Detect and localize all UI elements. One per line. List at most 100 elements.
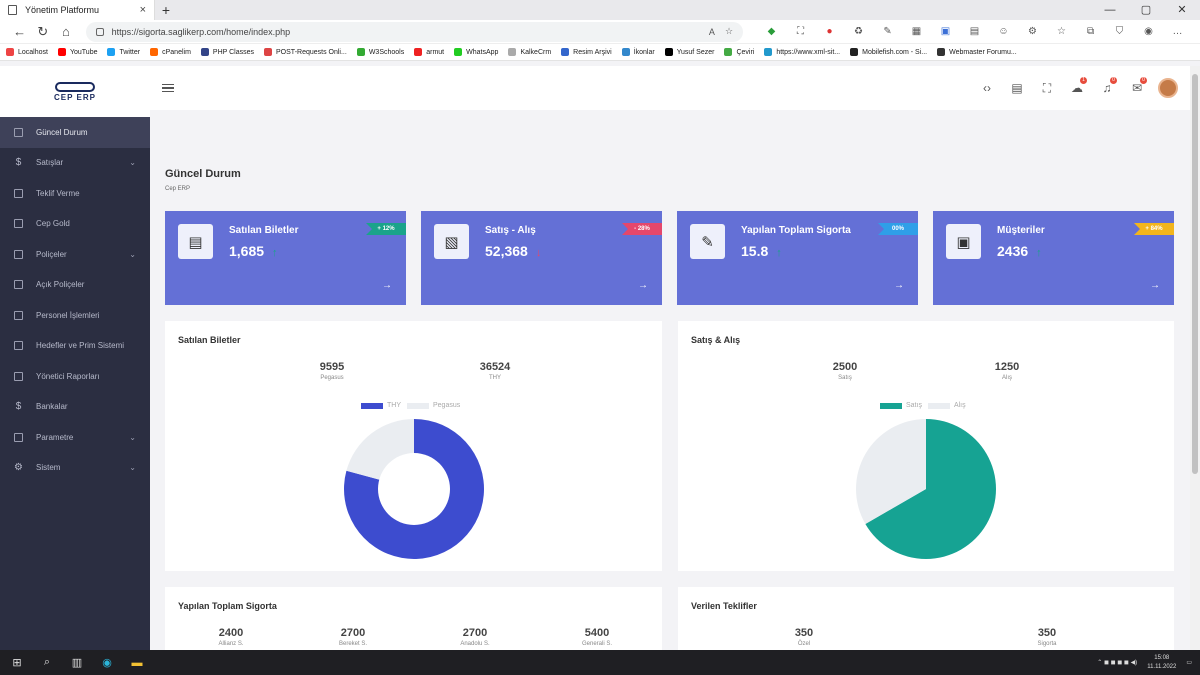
bookmark-item[interactable]: armut [414,48,444,56]
emoji-icon[interactable]: ☺ [989,26,1018,37]
bookmark-item[interactable]: Localhost [6,48,48,56]
percent-badge: - 28% [622,223,662,235]
bookmark-item[interactable]: Çeviri [724,48,754,56]
recycle-icon[interactable]: ♻ [844,26,873,37]
stat-card[interactable]: ▤ Satılan Biletler 1,685 ↑ + 12% → [165,211,406,305]
shield-check-icon[interactable]: ⛉ [1105,26,1134,37]
extension-icon[interactable]: ▦ [902,26,931,37]
sidebar-item-6[interactable]: Personel İşlemleri [0,300,150,331]
shield-icon[interactable]: ◆ [757,26,786,37]
sidebar-item-5[interactable]: Açık Poliçeler [0,270,150,301]
stat-card[interactable]: ▧ Satış - Alış 52,368 ↓ - 28% → [421,211,662,305]
sidebar-item-11[interactable]: ⚙ Sistem ⌄ [0,453,150,484]
arrow-right-icon[interactable]: → [1150,280,1160,291]
logo-text: CEP ERP [54,92,96,102]
bookmark-favicon-icon [621,48,630,56]
arrow-right-icon[interactable]: → [382,280,392,291]
cloud-icon[interactable]: ☁ 1 [1062,77,1092,95]
favorite-star-icon[interactable]: ☆ [725,26,733,37]
bookmark-item[interactable]: Webmaster Forumu... [937,48,1017,56]
url-input[interactable]: https://sigorta.saglikerp.com/home/index… [85,21,744,42]
more-icon[interactable]: … [1163,26,1192,37]
maximize-icon[interactable]: ▢ [1128,0,1164,20]
color-picker-icon[interactable]: ✎ [873,26,902,37]
stat-label: Özel [797,641,811,647]
bookmark-item[interactable]: KalkeCrm [508,48,551,56]
sidebar-item-2[interactable]: Teklif Verme [0,178,150,209]
hamburger-menu-icon[interactable] [162,82,174,95]
bookmark-label: KalkeCrm [520,48,552,56]
screenshot-icon[interactable]: ⛶ [786,26,815,37]
legend-item-thy[interactable]: THY [361,402,401,409]
avatar[interactable] [1158,78,1178,98]
browser-tab[interactable]: Yönetim Platformu × [0,0,155,20]
bookmark-item[interactable]: PHP Classes [200,48,254,56]
collections-icon[interactable]: ⧉ [1076,26,1105,37]
record-icon[interactable]: ● [815,26,844,37]
bookmark-item[interactable]: Yusuf Sezer [664,48,714,56]
dollar-icon: $ [15,157,22,169]
close-tab-icon[interactable]: × [140,4,146,16]
sidebar-item-10[interactable]: Parametre ⌄ [0,422,150,453]
tray-icons[interactable]: ⌃ ◼ ◼ ◼ ◼ ◀) [1097,659,1137,666]
sidebar-item-0[interactable]: Güncel Durum [0,117,150,148]
scrollbar[interactable] [1190,66,1200,650]
bookmark-item[interactable]: Twitter [107,48,140,56]
code-icon[interactable]: ‹› [972,81,1002,95]
bookmark-item[interactable]: POST-Requests Onli... [264,48,347,56]
stat-label: Allianz S. [218,641,244,647]
scrollbar-thumb[interactable] [1192,74,1198,474]
logo[interactable]: CEP ERP [0,66,150,117]
profile-icon[interactable]: ◉ [1134,26,1163,37]
bookmark-item[interactable]: https://www.xml-sit... [764,48,840,56]
card-value: 2436 [997,243,1029,259]
stat-card[interactable]: ▣ Müşteriler 2436 ↑ + 84% → [933,211,1174,305]
stat-card[interactable]: ✎ Yapılan Toplam Sigorta 15.8 ↑ 00% → [677,211,918,305]
sales-pie-chart [856,419,996,559]
refresh-icon[interactable]: ↻ [31,24,54,40]
sidebar-item-3[interactable]: Cep Gold [0,209,150,240]
read-aloud-icon[interactable]: A [709,27,715,37]
legend-item-sales[interactable]: Satış [880,402,922,409]
bookmark-item[interactable]: cPanelim [150,48,191,56]
new-tab-button[interactable]: + [155,2,177,18]
stat-label: Satış [838,375,852,381]
arrow-right-icon[interactable]: → [638,280,648,291]
legend-item-purchases[interactable]: Alış [927,402,966,409]
sidebar-item-4[interactable]: Poliçeler ⌄ [0,239,150,270]
chevron-down-icon: ⌄ [129,432,136,442]
task-view-icon[interactable]: ▥ [62,656,92,669]
fullscreen-icon[interactable]: ⛶ [1032,81,1062,96]
bookmark-item[interactable]: WhatsApp [454,48,498,56]
windows-start-icon[interactable]: ⊞ [2,656,32,669]
close-window-icon[interactable]: ✕ [1164,0,1200,20]
back-icon[interactable]: ← [8,24,31,39]
bookmark-item[interactable]: İkonlar [621,48,655,56]
settings-icon[interactable]: ⚙ [1018,26,1047,37]
bookmark-item[interactable]: Resim Arşivi [561,48,612,56]
edge-browser-icon[interactable]: ◉ [92,656,122,669]
favorites-icon[interactable]: ☆ [1047,26,1076,37]
file-explorer-icon[interactable]: ▬ [122,657,152,669]
bookmark-item[interactable]: W3Schools [356,48,404,56]
bookmark-item[interactable]: YouTube [57,48,97,56]
sidebar-item-7[interactable]: Hedefler ve Prim Sistemi [0,331,150,362]
home-icon[interactable]: ⌂ [54,24,77,39]
bookmark-item[interactable]: Mobilefish.com - Si... [850,48,927,56]
sidebar-item-1[interactable]: $ Satışlar ⌄ [0,148,150,179]
clock[interactable]: 15:08 11.11.2022 [1147,654,1176,672]
excel-file-icon[interactable]: ▤ [1002,81,1032,95]
sidebar-item-9[interactable]: $ Bankalar [0,392,150,423]
search-icon[interactable]: ⌕ [32,656,62,669]
arrow-right-icon[interactable]: → [894,280,904,291]
reading-list-icon[interactable]: ▤ [960,26,989,37]
translate-icon[interactable]: ▣ [931,26,960,37]
legend-item-pegasus[interactable]: Pegasus [407,402,460,409]
bell-icon[interactable]: ♫ 0 [1092,77,1122,95]
panel-title: Satılan Biletler [178,335,241,345]
sidebar-item-8[interactable]: Yönetici Raporları [0,361,150,392]
sidebar: CEP ERP Güncel Durum $ Satışlar ⌄ Teklif Ver… [0,66,150,650]
minimize-icon[interactable]: — [1092,0,1128,20]
notifications-icon[interactable]: ▭ [1186,659,1192,666]
mail-icon[interactable]: ✉ 0 [1122,77,1152,95]
